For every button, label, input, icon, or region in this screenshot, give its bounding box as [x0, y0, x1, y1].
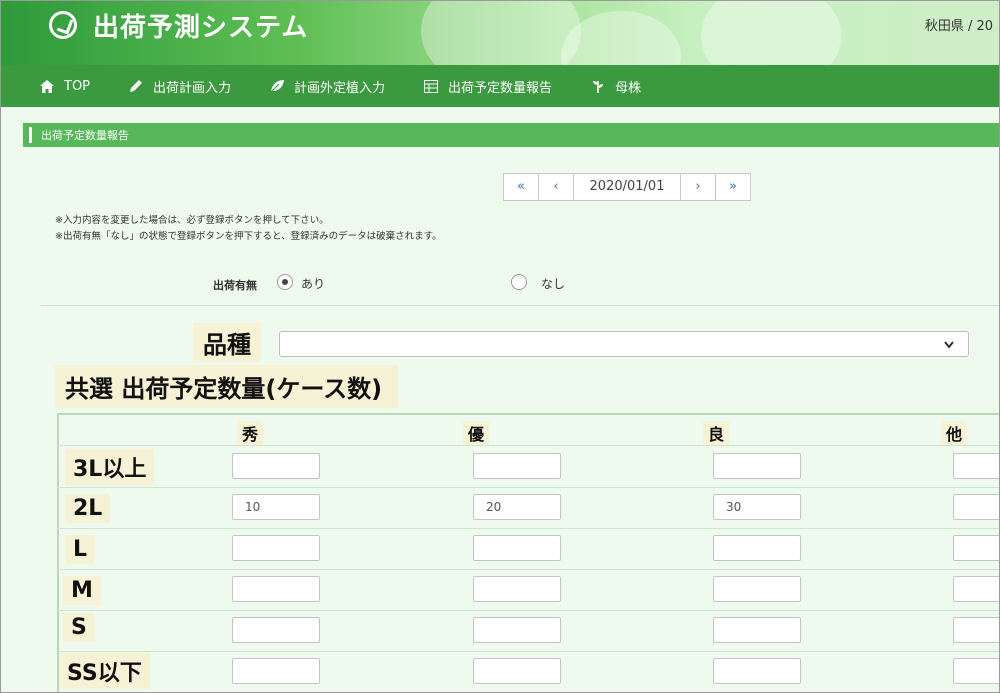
main-nav: TOP 出荷計画入力 計画外定植入力 出荷予定数量報告 母株 [1, 65, 999, 107]
shipment-no-radio[interactable] [511, 274, 527, 290]
prev-page-button[interactable]: ‹ [539, 174, 574, 200]
qty-input[interactable]: 20 [473, 494, 561, 520]
qty-input[interactable] [473, 535, 561, 561]
column-header-ta: 他 [941, 421, 968, 445]
shipment-yes-label: あり [301, 277, 326, 291]
date-pager: « ‹ 2020/01/01 › » [503, 173, 751, 201]
note-line: ※入力内容を変更した場合は、必ず登録ボタンを押して下さい。 [55, 215, 329, 226]
nav-item-quantity-report[interactable]: 出荷予定数量報告 [423, 77, 552, 96]
nav-label: 出荷計画入力 [153, 80, 232, 96]
row-label-l: L [65, 535, 96, 564]
qty-input[interactable] [232, 535, 320, 561]
quantity-title: 共選 出荷予定数量(ケース数) [55, 365, 399, 408]
qty-input[interactable] [473, 617, 561, 643]
last-page-button[interactable]: » [716, 174, 750, 200]
column-header-ryo: 良 [703, 421, 730, 445]
notes: ※入力内容を変更した場合は、必ず登録ボタンを押して下さい。 ※出荷有無「なし」の… [55, 213, 442, 245]
nav-label: 計画外定植入力 [294, 80, 386, 96]
row-label-ss: SS以下 [59, 653, 150, 689]
qty-input[interactable]: 10 [232, 494, 320, 520]
qty-input[interactable] [713, 453, 801, 479]
section-header: 出荷予定数量報告 [23, 123, 999, 147]
app-title: 出荷予測システム [93, 13, 309, 43]
nav-label: 母株 [615, 80, 642, 96]
row-label-3l: 3L以上 [65, 449, 155, 485]
section-title: 出荷予定数量報告 [41, 129, 129, 142]
leaf-icon [269, 78, 285, 94]
row-label-s: S [63, 613, 95, 642]
grid-line [57, 610, 999, 611]
next-page-button[interactable]: › [681, 174, 716, 200]
nav-label: TOP [64, 78, 91, 94]
divider [41, 305, 999, 306]
pencil-icon [128, 78, 144, 94]
qty-input[interactable] [713, 617, 801, 643]
qty-input[interactable] [953, 576, 999, 602]
qty-input[interactable] [953, 658, 999, 684]
qty-input[interactable] [953, 453, 999, 479]
nav-item-unplanned-planting[interactable]: 計画外定植入力 [269, 77, 385, 96]
note-line: ※出荷有無「なし」の状態で登録ボタンを押下すると、登録済みのデータは破棄されます… [55, 231, 442, 242]
variety-select[interactable] [279, 331, 969, 357]
row-label-2l: 2L [65, 494, 111, 523]
grid-line [57, 528, 999, 529]
app-header: 出荷予測システム 秋田県 / 20 [1, 1, 999, 65]
variety-label: 品種 [193, 323, 261, 362]
qty-input[interactable] [713, 658, 801, 684]
chevron-down-icon [944, 336, 954, 353]
nav-item-shipment-plan[interactable]: 出荷計画入力 [128, 77, 231, 96]
qty-input[interactable] [232, 453, 320, 479]
sprout-icon [590, 78, 606, 94]
current-date[interactable]: 2020/01/01 [574, 174, 681, 200]
grid-line [57, 569, 999, 570]
qty-input[interactable] [953, 535, 999, 561]
nav-item-mother-stock[interactable]: 母株 [590, 77, 641, 96]
qty-input[interactable] [713, 576, 801, 602]
qty-input[interactable] [473, 453, 561, 479]
qty-input[interactable] [473, 576, 561, 602]
nav-label: 出荷予定数量報告 [448, 80, 553, 96]
logo-icon [49, 11, 77, 39]
table-icon [423, 78, 439, 94]
first-page-button[interactable]: « [504, 174, 539, 200]
qty-input[interactable] [232, 617, 320, 643]
nav-item-top[interactable]: TOP [39, 78, 90, 94]
grid-line [57, 487, 999, 488]
qty-input[interactable] [232, 576, 320, 602]
qty-input[interactable]: 30 [713, 494, 801, 520]
qty-input[interactable] [953, 494, 999, 520]
grid-line [57, 445, 999, 446]
column-header-yu: 優 [463, 421, 490, 445]
row-label-m: M [63, 576, 101, 605]
shipment-label: 出荷有無 [213, 279, 257, 292]
shipment-no-label: なし [541, 277, 566, 291]
home-icon [39, 78, 55, 94]
user-info: 秋田県 / 20 [924, 19, 993, 34]
app-window: 出荷予測システム 秋田県 / 20 TOP 出荷計画入力 計画外定植入力 出荷予… [0, 0, 1000, 693]
qty-input[interactable] [713, 535, 801, 561]
section-accent [29, 127, 32, 143]
qty-input[interactable] [953, 617, 999, 643]
qty-input[interactable] [232, 658, 320, 684]
grid-line [57, 651, 999, 652]
shipment-yes-radio[interactable] [277, 274, 293, 290]
column-header-shu: 秀 [237, 421, 264, 445]
qty-input[interactable] [473, 658, 561, 684]
